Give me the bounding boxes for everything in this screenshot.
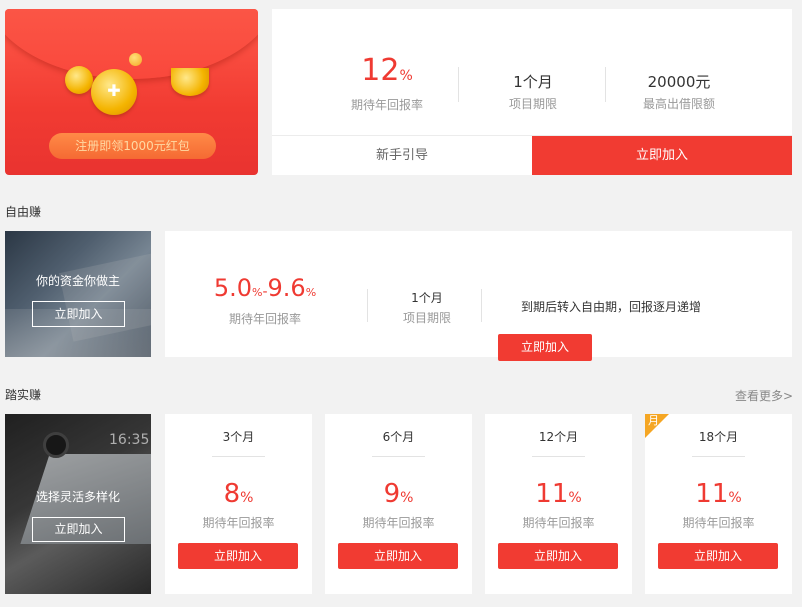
product-rate-label: 期待年回报率 — [682, 516, 755, 530]
newcomer-product-card: 12% 期待年回报率 1个月 项目期限 20000元 最高出借限额 新手引导 立… — [272, 9, 792, 175]
product-join-button[interactable]: 立即加入 — [498, 543, 618, 569]
red-envelope-banner[interactable]: ✚ 注册即领1000元红包 — [5, 9, 258, 175]
free-return-label: 期待年回报率 — [228, 312, 301, 326]
divider — [367, 289, 368, 322]
product-join-button[interactable]: 立即加入 — [658, 543, 778, 569]
photo-join-button[interactable]: 立即加入 — [32, 517, 125, 542]
divider — [212, 456, 265, 457]
envelope-flap — [5, 9, 258, 79]
coin-icon — [171, 68, 209, 96]
expected-return-label: 期待年回报率 — [350, 98, 423, 112]
section-title-free: 自由赚 — [5, 205, 42, 219]
join-now-button[interactable]: 立即加入 — [532, 136, 792, 175]
expected-return-stat: 12% 期待年回报率 — [332, 53, 442, 113]
term-label: 项目期限 — [508, 97, 557, 111]
photo-caption: 你的资金你做主 — [35, 274, 120, 288]
divider — [605, 67, 606, 102]
limit-stat: 20000元 最高出借限额 — [624, 71, 734, 112]
newbie-guide-button[interactable]: 新手引导 — [272, 136, 532, 175]
free-description: 到期后转入自由期，回报逐月递增 — [521, 300, 702, 314]
divider — [481, 289, 482, 322]
divider — [372, 456, 425, 457]
free-join-button[interactable]: 立即加入 — [498, 334, 592, 361]
limit-label: 最高出借限额 — [642, 97, 715, 111]
free-product-card: 5.0%-9.6% 期待年回报率 1个月 项目期限 到期后转入自由期，回报逐月递… — [165, 231, 792, 361]
limit-value: 20000元 — [647, 73, 711, 91]
product-card-6m: 6个月 9% 期待年回报率 立即加入 — [325, 414, 472, 594]
photo-caption: 选择灵活多样化 — [35, 490, 120, 504]
product-rate: 8% — [223, 479, 254, 509]
section-title-steady: 踏实赚 — [5, 388, 42, 402]
steady-promo-photo[interactable]: 16:35 选择灵活多样化 立即加入 — [5, 414, 151, 594]
expected-return-value: 12% — [361, 53, 413, 88]
product-join-button[interactable]: 立即加入 — [338, 543, 458, 569]
product-term: 12个月 — [538, 430, 579, 444]
free-return-stat: 5.0%-9.6% 期待年回报率 — [205, 273, 325, 327]
coin-icon: ✚ — [91, 69, 137, 115]
envelope-clasp — [129, 53, 142, 66]
free-term-stat: 1个月 项目期限 — [387, 289, 467, 326]
product-term: 6个月 — [382, 430, 415, 444]
product-term: 18个月 — [698, 430, 739, 444]
monthly-badge-text: 月 — [648, 414, 659, 427]
term-value: 1个月 — [513, 73, 553, 91]
divider — [458, 67, 459, 102]
product-card-3m: 3个月 8% 期待年回报率 立即加入 — [165, 414, 312, 594]
term-stat: 1个月 项目期限 — [478, 71, 588, 112]
free-promo-photo[interactable]: 你的资金你做主 立即加入 — [5, 231, 151, 357]
product-rate-label: 期待年回报率 — [202, 516, 275, 530]
register-bonus-button[interactable]: 注册即领1000元红包 — [49, 133, 216, 159]
divider — [532, 456, 585, 457]
product-rate-label: 期待年回报率 — [522, 516, 595, 530]
divider — [692, 456, 745, 457]
product-rate: 9% — [383, 479, 414, 509]
view-more-link[interactable]: 查看更多> — [735, 387, 793, 404]
product-rate: 11% — [535, 479, 582, 509]
product-card-18m: 月 18个月 11% 期待年回报率 立即加入 — [645, 414, 792, 594]
free-term-value: 1个月 — [411, 291, 443, 305]
free-return-range: 5.0%-9.6% — [213, 274, 317, 302]
photo-overlay — [5, 231, 151, 357]
product-rate-label: 期待年回报率 — [362, 516, 435, 530]
product-rate: 11% — [695, 479, 742, 509]
free-term-label: 项目期限 — [402, 311, 451, 325]
product-card-12m: 12个月 11% 期待年回报率 立即加入 — [485, 414, 632, 594]
product-term: 3个月 — [222, 430, 255, 444]
product-join-button[interactable]: 立即加入 — [178, 543, 298, 569]
photo-join-button[interactable]: 立即加入 — [32, 301, 125, 327]
coin-icon — [65, 66, 93, 94]
